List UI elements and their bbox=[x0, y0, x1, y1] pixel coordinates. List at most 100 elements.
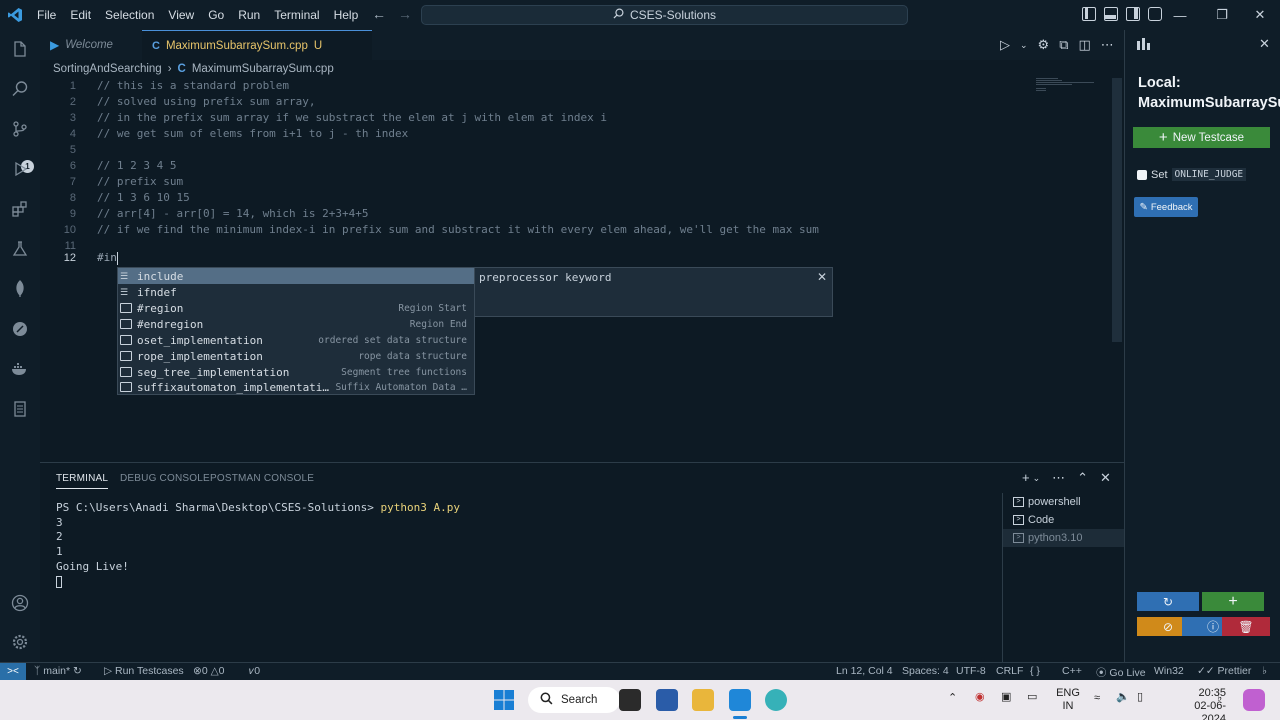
bell-icon[interactable]: ♭ bbox=[1262, 665, 1267, 677]
toggle-primary-sidebar-icon[interactable] bbox=[1082, 7, 1096, 21]
more-actions-icon[interactable]: ⋯ bbox=[1052, 470, 1065, 487]
postman-icon[interactable] bbox=[10, 319, 30, 339]
tab-welcome[interactable]: ▶ Welcome bbox=[40, 30, 140, 60]
minimap[interactable] bbox=[1036, 78, 1106, 92]
suggestion-item[interactable]: ☰ include bbox=[118, 268, 474, 284]
more-actions-icon[interactable]: ⋯ bbox=[1101, 37, 1114, 54]
delete-button[interactable]: 🗑 bbox=[1222, 617, 1270, 636]
language-indicator[interactable]: ENG IN bbox=[1056, 687, 1080, 713]
terminal-output[interactable]: PS C:\Users\Anadi Sharma\Desktop\CSES-So… bbox=[56, 501, 460, 589]
end-of-line[interactable]: CRLF bbox=[996, 665, 1023, 677]
run-testcases-button[interactable]: ▷ Run Testcases bbox=[104, 665, 184, 677]
close-icon[interactable]: ✕ bbox=[1259, 36, 1270, 52]
suggestion-item[interactable]: suffixautomaton_implementati… Suffix Auto… bbox=[118, 379, 474, 395]
docker-icon[interactable] bbox=[10, 359, 30, 379]
remote-indicator-icon[interactable]: >< bbox=[0, 663, 26, 680]
file-explorer-icon[interactable] bbox=[692, 689, 714, 711]
split-editor-icon[interactable]: ◫ bbox=[1079, 37, 1091, 54]
add-testcase-button[interactable]: + bbox=[1202, 592, 1264, 611]
toggle-secondary-sidebar-icon[interactable] bbox=[1126, 7, 1140, 21]
terminal-instance[interactable]: > Code bbox=[1003, 511, 1124, 529]
menu-help[interactable]: Help bbox=[327, 0, 366, 30]
go-live-button[interactable]: ⦿ Go Live bbox=[1096, 665, 1146, 680]
run-code-icon[interactable]: ▷ bbox=[1000, 37, 1010, 54]
toggle-panel-icon[interactable] bbox=[1104, 7, 1118, 21]
close-icon[interactable]: ✕ bbox=[817, 270, 827, 284]
windows-start-icon[interactable] bbox=[493, 689, 515, 711]
edge-browser-icon[interactable] bbox=[765, 689, 787, 711]
feedback-button[interactable]: ✎ Feedback bbox=[1134, 197, 1198, 217]
tab-postman-console[interactable]: POSTMAN CONSOLE bbox=[210, 473, 314, 484]
close-panel-icon[interactable]: ✕ bbox=[1100, 470, 1111, 487]
cursor-position[interactable]: Ln 12, Col 4 bbox=[836, 665, 893, 677]
menu-go[interactable]: Go bbox=[201, 0, 231, 30]
account-icon[interactable] bbox=[10, 593, 30, 613]
taskbar-search[interactable]: Search bbox=[528, 687, 620, 713]
menu-terminal[interactable]: Terminal bbox=[267, 0, 326, 30]
testing-flask-icon[interactable] bbox=[10, 239, 30, 259]
notes-icon[interactable] bbox=[10, 399, 30, 419]
tab-debug-console[interactable]: DEBUG CONSOLE bbox=[120, 473, 210, 484]
breadcrumb-folder[interactable]: SortingAndSearching bbox=[53, 63, 162, 75]
compare-changes-icon[interactable]: ⧉ bbox=[1059, 37, 1068, 54]
restore-icon[interactable]: ❐ bbox=[1202, 0, 1242, 30]
platform[interactable]: Win32 bbox=[1154, 665, 1184, 677]
chevron-down-icon[interactable]: ⌄ bbox=[1020, 37, 1028, 54]
suggestion-item[interactable]: seg_tree_implementation Segment tree func… bbox=[118, 364, 474, 380]
forward-arrow-icon[interactable]: → bbox=[398, 6, 412, 22]
volume-icon[interactable]: 🔈 bbox=[1116, 691, 1130, 704]
new-testcase-button[interactable]: + New Testcase bbox=[1133, 127, 1270, 148]
terminal-instance[interactable]: > python3.10 bbox=[1003, 529, 1124, 547]
ports-indicator[interactable]: 𝜈0 bbox=[249, 665, 260, 678]
notifications-bell-icon[interactable]: ♭ bbox=[1217, 692, 1222, 705]
chevron-down-icon[interactable]: ⌄ bbox=[1033, 470, 1041, 487]
vscode-taskbar-icon[interactable] bbox=[729, 689, 751, 711]
task-view-icon[interactable] bbox=[619, 689, 641, 711]
search-view-icon[interactable] bbox=[10, 79, 30, 99]
tray-monitor-icon[interactable]: ▭ bbox=[1027, 691, 1037, 704]
extensions-icon[interactable] bbox=[10, 199, 30, 219]
encoding[interactable]: UTF-8 bbox=[956, 665, 986, 677]
branch-indicator[interactable]: ᛉ main* ↻ bbox=[34, 665, 82, 677]
menu-view[interactable]: View bbox=[161, 0, 201, 30]
store-icon[interactable] bbox=[656, 689, 678, 711]
suggestion-item[interactable]: #endregion Region End bbox=[118, 316, 474, 332]
new-terminal-icon[interactable]: + bbox=[1022, 470, 1030, 487]
gear-icon[interactable]: ⚙ bbox=[1038, 37, 1050, 54]
command-center[interactable]: CSES-Solutions bbox=[421, 5, 908, 25]
online-judge-toggle[interactable]: Set ONLINE_JUDGE bbox=[1137, 168, 1247, 181]
explorer-icon[interactable] bbox=[10, 39, 30, 59]
suggestion-item[interactable]: #region Region Start bbox=[118, 300, 474, 316]
minimize-icon[interactable]: — bbox=[1160, 0, 1200, 30]
editor-scrollbar[interactable] bbox=[1112, 78, 1122, 342]
language-mode[interactable]: C++ bbox=[1062, 665, 1082, 677]
close-window-icon[interactable]: ✕ bbox=[1240, 0, 1280, 30]
menu-edit[interactable]: Edit bbox=[63, 0, 98, 30]
battery-icon[interactable]: ▯ bbox=[1137, 691, 1143, 704]
maximize-panel-icon[interactable]: ⌃ bbox=[1077, 470, 1088, 487]
terminal-instance[interactable]: > powershell bbox=[1003, 493, 1124, 511]
menu-selection[interactable]: Selection bbox=[98, 0, 161, 30]
problems-indicator[interactable]: ⊗0 △0 bbox=[193, 665, 225, 677]
suggestion-item[interactable]: ☰ ifndef bbox=[118, 284, 474, 300]
tab-maximum-subarray-sum[interactable]: C MaximumSubarraySum.cpp U bbox=[142, 30, 372, 60]
back-arrow-icon[interactable]: ← bbox=[372, 6, 386, 22]
prettier-status[interactable]: ✓✓ Prettier bbox=[1197, 665, 1251, 677]
indentation[interactable]: Spaces: 4 bbox=[902, 665, 949, 677]
rerun-button[interactable]: ↻ bbox=[1137, 592, 1199, 611]
chevron-up-icon[interactable]: ⌃ bbox=[948, 692, 957, 705]
mongodb-leaf-icon[interactable] bbox=[10, 279, 30, 299]
tray-app-icon[interactable]: ◉ bbox=[975, 691, 985, 704]
source-control-icon[interactable] bbox=[10, 119, 30, 139]
tab-terminal[interactable]: TERMINAL bbox=[56, 473, 109, 489]
suggestion-item[interactable]: rope_implementation rope data structure bbox=[118, 348, 474, 364]
copilot-icon[interactable] bbox=[1243, 689, 1265, 711]
run-debug-icon[interactable] bbox=[10, 159, 30, 179]
menu-run[interactable]: Run bbox=[231, 0, 267, 30]
suggestion-item[interactable]: oset_implementation ordered set data stru… bbox=[118, 332, 474, 348]
menu-file[interactable]: File bbox=[30, 0, 63, 30]
tray-device-icon[interactable]: ▣ bbox=[1001, 691, 1011, 704]
wifi-icon[interactable]: ≈ bbox=[1094, 692, 1100, 705]
online-judge-checkbox[interactable] bbox=[1137, 169, 1147, 180]
settings-gear-icon[interactable] bbox=[10, 632, 30, 652]
